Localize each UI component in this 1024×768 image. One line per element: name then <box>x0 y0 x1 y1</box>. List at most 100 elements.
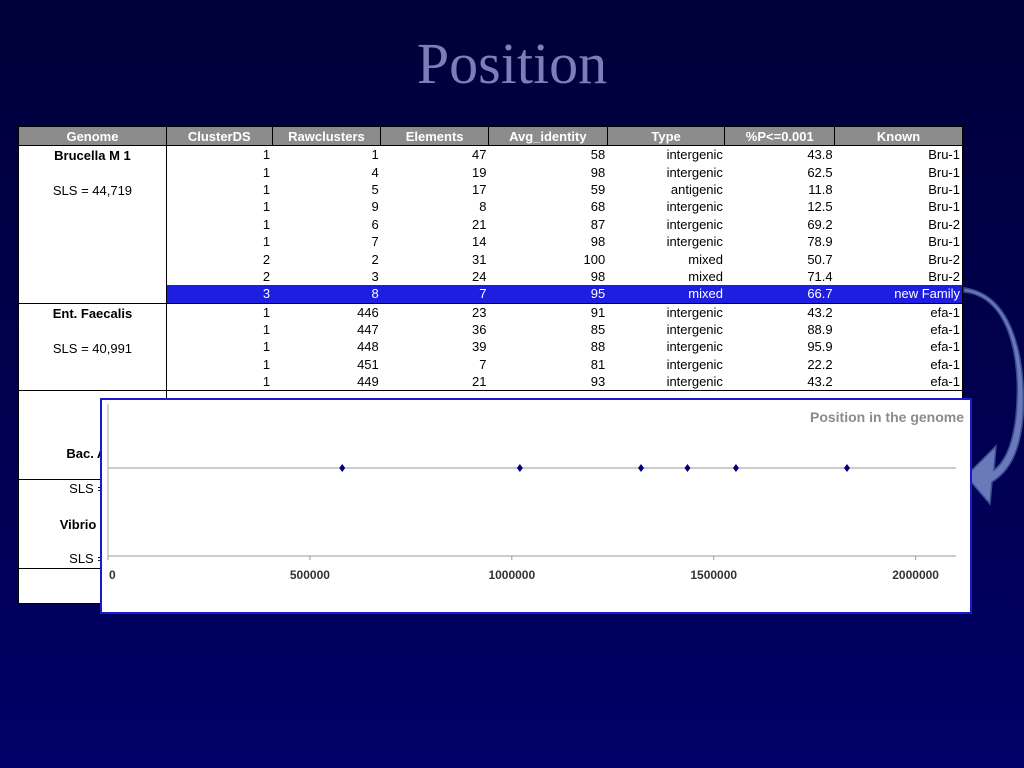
cell-elements[interactable]: 19 <box>380 163 489 181</box>
cell-rawclusters[interactable]: 8 <box>272 285 381 304</box>
cell-type[interactable]: intergenic <box>607 373 725 392</box>
cell-known[interactable]: efa-1 <box>834 303 963 321</box>
cell-rawclusters[interactable]: 4 <box>272 163 381 181</box>
cell-elements[interactable]: 7 <box>380 285 489 304</box>
cell-clusterds[interactable]: 2 <box>165 267 273 286</box>
cell-avg-identity[interactable]: 98 <box>488 267 608 286</box>
cell-elements[interactable]: 36 <box>380 320 489 339</box>
header-known[interactable]: Known <box>834 126 963 146</box>
cell-rawclusters[interactable]: 7 <box>272 232 381 251</box>
cell-type[interactable]: mixed <box>607 267 725 286</box>
cell-type[interactable]: intergenic <box>607 198 725 216</box>
cell-clusterds[interactable]: 1 <box>165 373 273 392</box>
cell-type[interactable]: intergenic <box>607 232 725 251</box>
cell-p-value[interactable]: 12.5 <box>724 198 835 216</box>
cell-rawclusters[interactable]: 5 <box>272 180 381 199</box>
cell-rawclusters[interactable]: 447 <box>272 320 381 339</box>
cell-clusterds[interactable]: 1 <box>165 232 273 251</box>
cell-avg-identity[interactable]: 98 <box>488 163 608 181</box>
cell-elements[interactable]: 14 <box>380 232 489 251</box>
cell-clusterds[interactable]: 1 <box>165 303 273 321</box>
cell-type[interactable]: intergenic <box>607 320 725 339</box>
cell-p-value[interactable]: 43.2 <box>724 303 835 321</box>
cell-p-value[interactable]: 69.2 <box>724 215 835 233</box>
cell-rawclusters[interactable]: 448 <box>272 338 381 356</box>
cell-elements[interactable]: 47 <box>380 145 489 164</box>
header-type[interactable]: Type <box>606 126 726 146</box>
cell-p-value[interactable]: 71.4 <box>724 267 835 286</box>
cell-clusterds[interactable]: 1 <box>165 215 273 233</box>
cell-elements[interactable]: 7 <box>380 355 489 374</box>
cell-clusterds[interactable]: 1 <box>165 320 273 339</box>
header-clusterds[interactable]: ClusterDS <box>165 126 273 146</box>
header-elements[interactable]: Elements <box>380 126 489 146</box>
cell-avg-identity[interactable]: 88 <box>488 338 608 356</box>
cell-avg-identity[interactable]: 93 <box>488 373 608 392</box>
cell-known[interactable]: Bru-1 <box>834 163 963 181</box>
cell-known[interactable]: efa-1 <box>834 355 963 374</box>
cell-avg-identity[interactable]: 95 <box>488 285 608 304</box>
cell-type[interactable]: antigenic <box>607 180 725 199</box>
cell-elements[interactable]: 39 <box>380 338 489 356</box>
cell-type[interactable]: mixed <box>607 285 725 304</box>
cell-elements[interactable]: 8 <box>380 198 489 216</box>
cell-clusterds[interactable]: 1 <box>165 180 273 199</box>
cell-avg-identity[interactable]: 58 <box>488 145 608 164</box>
cell-rawclusters[interactable]: 9 <box>272 198 381 216</box>
cell-elements[interactable]: 17 <box>380 180 489 199</box>
cell-avg-identity[interactable]: 91 <box>488 303 608 321</box>
cell-p-value[interactable]: 88.9 <box>724 320 835 339</box>
table-row[interactable]: Brucella M 1 SLS = 44,719 1 1 47 58 intergenic… <box>18 145 963 304</box>
cell-clusterds[interactable]: 1 <box>165 198 273 216</box>
cell-type[interactable]: intergenic <box>607 145 725 164</box>
cell-type[interactable]: intergenic <box>607 303 725 321</box>
table-row[interactable]: Ent. Faecalis SLS = 40,991 1 446 23 91 interge… <box>18 302 963 392</box>
cell-p-value[interactable]: 95.9 <box>724 338 835 356</box>
cell-rawclusters[interactable]: 3 <box>272 267 381 286</box>
cell-clusterds[interactable]: 1 <box>165 163 273 181</box>
cell-known[interactable]: efa-1 <box>834 320 963 339</box>
cell-type[interactable]: intergenic <box>607 338 725 356</box>
cell-avg-identity[interactable]: 87 <box>488 215 608 233</box>
header-p-value[interactable]: %P<=0.001 <box>724 126 836 146</box>
cell-type[interactable]: mixed <box>607 250 725 268</box>
cell-clusterds[interactable]: 2 <box>165 250 273 268</box>
cell-p-value[interactable]: 11.8 <box>724 180 835 199</box>
cell-elements[interactable]: 24 <box>380 267 489 286</box>
cell-clusterds[interactable]: 3 <box>165 285 273 304</box>
cell-type[interactable]: intergenic <box>607 355 725 374</box>
cell-rawclusters[interactable]: 2 <box>272 250 381 268</box>
cell-clusterds[interactable]: 1 <box>165 145 273 164</box>
cell-known[interactable]: efa-1 <box>834 373 963 392</box>
cell-elements[interactable]: 23 <box>380 303 489 321</box>
cell-p-value[interactable]: 22.2 <box>724 355 835 374</box>
cell-p-value[interactable]: 78.9 <box>724 232 835 251</box>
cell-elements[interactable]: 21 <box>380 373 489 392</box>
cell-p-value[interactable]: 43.8 <box>724 145 835 164</box>
cell-avg-identity[interactable]: 81 <box>488 355 608 374</box>
cell-known[interactable]: Bru-2 <box>834 250 963 268</box>
cell-type[interactable]: intergenic <box>607 163 725 181</box>
cell-known[interactable]: new Family <box>834 285 963 304</box>
cell-avg-identity[interactable]: 85 <box>488 320 608 339</box>
cell-known[interactable]: Bru-1 <box>834 180 963 199</box>
cell-avg-identity[interactable]: 68 <box>488 198 608 216</box>
cell-rawclusters[interactable]: 6 <box>272 215 381 233</box>
cell-known[interactable]: Bru-2 <box>834 215 963 233</box>
cell-rawclusters[interactable]: 1 <box>272 145 381 164</box>
header-rawclusters[interactable]: Rawclusters <box>271 126 382 146</box>
cell-known[interactable]: Bru-1 <box>834 145 963 164</box>
cell-rawclusters[interactable]: 446 <box>272 303 381 321</box>
header-avg-identity[interactable]: Avg_identity <box>487 126 608 146</box>
cell-p-value[interactable]: 50.7 <box>724 250 835 268</box>
cell-avg-identity[interactable]: 100 <box>488 250 608 268</box>
cell-p-value[interactable]: 62.5 <box>724 163 835 181</box>
cell-known[interactable]: efa-1 <box>834 338 963 356</box>
cell-avg-identity[interactable]: 59 <box>488 180 608 199</box>
cell-rawclusters[interactable]: 449 <box>272 373 381 392</box>
cell-p-value[interactable]: 66.7 <box>724 285 835 304</box>
cell-known[interactable]: Bru-1 <box>834 198 963 216</box>
cell-known[interactable]: Bru-1 <box>834 232 963 251</box>
header-genome[interactable]: Genome <box>18 126 167 146</box>
cell-p-value[interactable]: 43.2 <box>724 373 835 392</box>
